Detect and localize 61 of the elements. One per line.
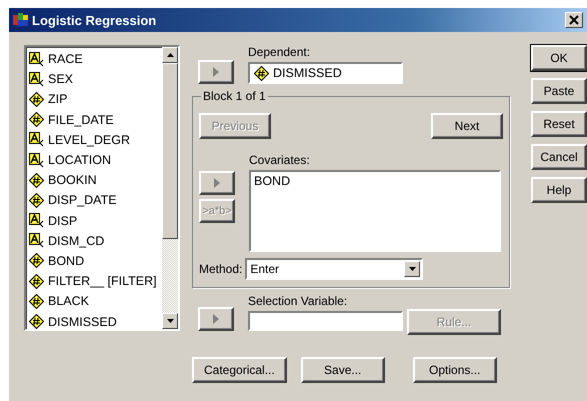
app-icon [13, 13, 29, 27]
variable-item[interactable]: DISP [29, 210, 162, 231]
window-title: Logistic Regression [32, 12, 158, 28]
variable-item[interactable]: FILTER__ [FILTER] [29, 271, 162, 292]
covariate-item[interactable]: BOND [254, 174, 496, 188]
numeric-variable-icon [29, 294, 44, 309]
triangle-right-icon [214, 178, 220, 188]
dialog-button[interactable]: Categorical... [192, 357, 287, 383]
numeric-variable-icon [29, 92, 44, 107]
variable-item[interactable]: LOCATION [29, 150, 162, 170]
move-right-button[interactable] [198, 60, 234, 84]
triangle-right-icon [213, 67, 219, 77]
method-dropdown[interactable]: Enter [245, 258, 424, 280]
close-icon[interactable] [565, 12, 583, 28]
string-variable-icon [29, 152, 44, 168]
variable-item[interactable]: BOOKIN [29, 170, 162, 190]
dialog-button[interactable]: Save... [300, 357, 385, 383]
block-title: Block 1 of 1 [201, 89, 268, 103]
dialog-button[interactable]: Reset [531, 111, 587, 137]
scrollbar[interactable] [162, 47, 178, 329]
numeric-variable-icon [29, 314, 44, 329]
variable-item[interactable]: SEX [29, 69, 162, 90]
variable-item[interactable]: BOND [29, 250, 162, 272]
dialog-button[interactable]: OK [531, 45, 587, 71]
numeric-variable-icon [29, 192, 44, 208]
dialog-button[interactable]: Options... [412, 357, 497, 383]
covariates-label: Covariates: [249, 153, 311, 167]
variable-item[interactable]: DISM_CD [29, 230, 162, 251]
next-button[interactable]: Next [431, 113, 503, 139]
selection-variable-field[interactable] [248, 311, 403, 331]
dropdown-arrow-icon[interactable] [408, 267, 416, 271]
dependent-field[interactable]: DISMISSED [248, 62, 403, 84]
variable-item[interactable]: DISMISSED [29, 311, 162, 329]
selection-variable-label: Selection Variable: [248, 294, 348, 308]
numeric-variable-icon [254, 66, 269, 80]
numeric-variable-icon [29, 172, 44, 188]
dialog-button[interactable]: Paste [531, 78, 587, 104]
method-label: Method: [199, 262, 242, 276]
variable-item[interactable]: LEVEL_DEGR [29, 130, 162, 150]
dialog-button[interactable]: Cancel [531, 144, 587, 170]
numeric-variable-icon [29, 253, 44, 268]
scroll-down-icon[interactable] [166, 319, 174, 323]
dependent-label: Dependent: [248, 45, 312, 59]
variable-item[interactable]: ZIP [29, 89, 162, 110]
move-right-button[interactable] [198, 307, 234, 331]
variable-item[interactable]: BLACK [29, 291, 162, 312]
variable-item[interactable]: FILE_DATE [29, 110, 162, 130]
numeric-variable-icon [29, 274, 44, 289]
variable-item[interactable]: DISP_DATE [29, 190, 162, 210]
string-variable-icon [29, 132, 44, 148]
triangle-right-icon [213, 314, 219, 324]
variable-item[interactable]: RACE [29, 49, 162, 70]
covariates-list[interactable]: BOND [249, 170, 501, 252]
string-variable-icon [29, 52, 44, 67]
move-right-button[interactable] [199, 171, 235, 195]
numeric-variable-icon [29, 112, 44, 128]
string-variable-icon [29, 213, 44, 228]
scroll-up-icon[interactable] [166, 53, 174, 57]
string-variable-icon [29, 72, 44, 87]
string-variable-icon [29, 233, 44, 248]
dialog-button[interactable]: Help [531, 177, 587, 203]
